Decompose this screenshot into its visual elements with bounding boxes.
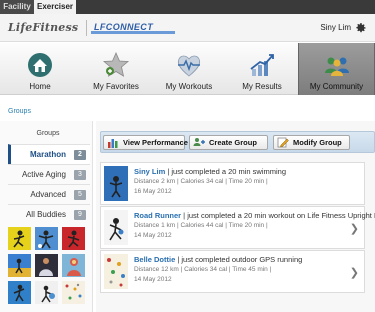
heart-pulse-icon [177,55,201,77]
group-count-badge: 2 [74,150,86,160]
activity-date: 14 May 2012 [134,276,172,283]
group-name: All Buddies [25,210,66,219]
member-name-link[interactable]: Belle Dottie [134,255,175,264]
activity-date: 14 May 2012 [134,232,172,239]
group-name: Marathon [30,150,66,159]
nav-my-favorites[interactable]: My Favorites [80,43,152,95]
nav-my-results-label: My Results [242,82,282,91]
lfconnect-logo: LFCONNECT [91,22,175,34]
group-name: Active Aging [21,170,66,179]
group-count-badge: 9 [74,210,86,220]
activity-date: 16 May 2012 [134,188,172,195]
member-avatar[interactable] [62,254,85,277]
nav-home-label: Home [29,82,51,91]
nav-my-workouts-label: My Workouts [165,82,213,91]
nav-my-community-label: My Community [309,82,364,91]
member-avatar [104,166,128,201]
user-name[interactable]: Siny Lim [320,23,351,32]
activity-card-road-runner[interactable]: Road Runner | just completed a 20 min wo… [100,206,375,249]
breadcrumb[interactable]: Groups [8,108,31,115]
house-icon [28,53,52,77]
activity-text: Siny Lim | just completed a 20 min swimm… [134,167,286,176]
member-avatar[interactable] [35,281,58,304]
view-performance-button[interactable]: View Performance [103,135,188,150]
group-item-advanced[interactable]: Advanced 5 [8,184,90,204]
edit-icon [277,137,289,148]
member-avatar[interactable] [35,254,58,277]
nav-home[interactable]: Home [0,43,80,95]
add-group-icon [193,138,205,146]
main-nav: Home My Favorites My Workouts My Results [0,43,375,95]
create-group-button[interactable]: Create Group [189,135,268,150]
activity-stats: Distance 1 km | Calories 44 cal | Time 2… [134,222,268,229]
activity-message: | just completed outdoor GPS running [175,255,303,264]
nav-my-favorites-label: My Favorites [93,82,139,91]
activity-stats: Distance 12 km | Calories 34 cal | Time … [134,266,272,273]
lifefitness-logo: LifeFitness [8,21,79,34]
member-name-link[interactable]: Siny Lim [134,167,165,176]
member-name-link[interactable]: Road Runner [134,211,181,220]
lfconnect-logo-bar [91,31,175,34]
view-performance-label: View Performance [123,138,188,147]
group-count-badge: 3 [74,170,86,180]
member-avatar[interactable] [8,254,31,277]
nav-my-results[interactable]: My Results [226,43,298,95]
activity-message: | just completed a 20 min workout on Lif… [181,211,375,220]
app-header: LifeFitness LFCONNECT Siny Lim [0,14,375,42]
create-group-label: Create Group [209,138,257,147]
star-icon [102,52,130,77]
nav-my-community[interactable]: My Community [298,43,375,95]
chevron-right-icon[interactable]: ❯ [350,222,359,235]
gear-icon[interactable] [355,22,367,34]
chart-icon [250,54,274,76]
modify-group-label: Modify Group [293,138,342,147]
people-icon [324,57,349,76]
logo-divider [86,20,87,36]
activity-card-siny-lim[interactable]: Siny Lim | just completed a 20 min swimm… [100,162,365,205]
group-item-active-aging[interactable]: Active Aging 3 [8,164,90,184]
group-item-marathon[interactable]: Marathon 2 [8,144,90,164]
member-avatar[interactable] [62,281,85,304]
bar-chart-icon [108,139,118,148]
member-avatar[interactable] [8,281,31,304]
chevron-right-icon[interactable]: ❯ [350,266,359,279]
member-avatar[interactable] [62,227,85,250]
nav-my-workouts[interactable]: My Workouts [152,43,226,95]
member-avatar [104,254,128,289]
group-count-badge: 5 [74,190,86,200]
member-avatar [104,210,128,245]
activity-message: | just completed a 20 min swimming [165,167,287,176]
group-name: Advanced [30,190,66,199]
modify-group-button[interactable]: Modify Group [273,135,350,150]
member-avatar[interactable] [8,227,31,250]
activity-text: Belle Dottie | just completed outdoor GP… [134,255,302,264]
top-tab-bar: Facility Exerciser [0,0,375,14]
groups-heading: Groups [36,130,60,137]
activity-stats: Distance 2 km | Calories 34 cal | Time 2… [134,178,268,185]
member-avatar[interactable] [35,227,58,250]
group-item-all-buddies[interactable]: All Buddies 9 [8,204,90,224]
activity-text: Road Runner | just completed a 20 min wo… [134,211,375,220]
tab-exerciser[interactable]: Exerciser [34,0,76,14]
tab-facility[interactable]: Facility [0,0,34,14]
activity-card-belle-dottie[interactable]: Belle Dottie | just completed outdoor GP… [100,250,365,293]
